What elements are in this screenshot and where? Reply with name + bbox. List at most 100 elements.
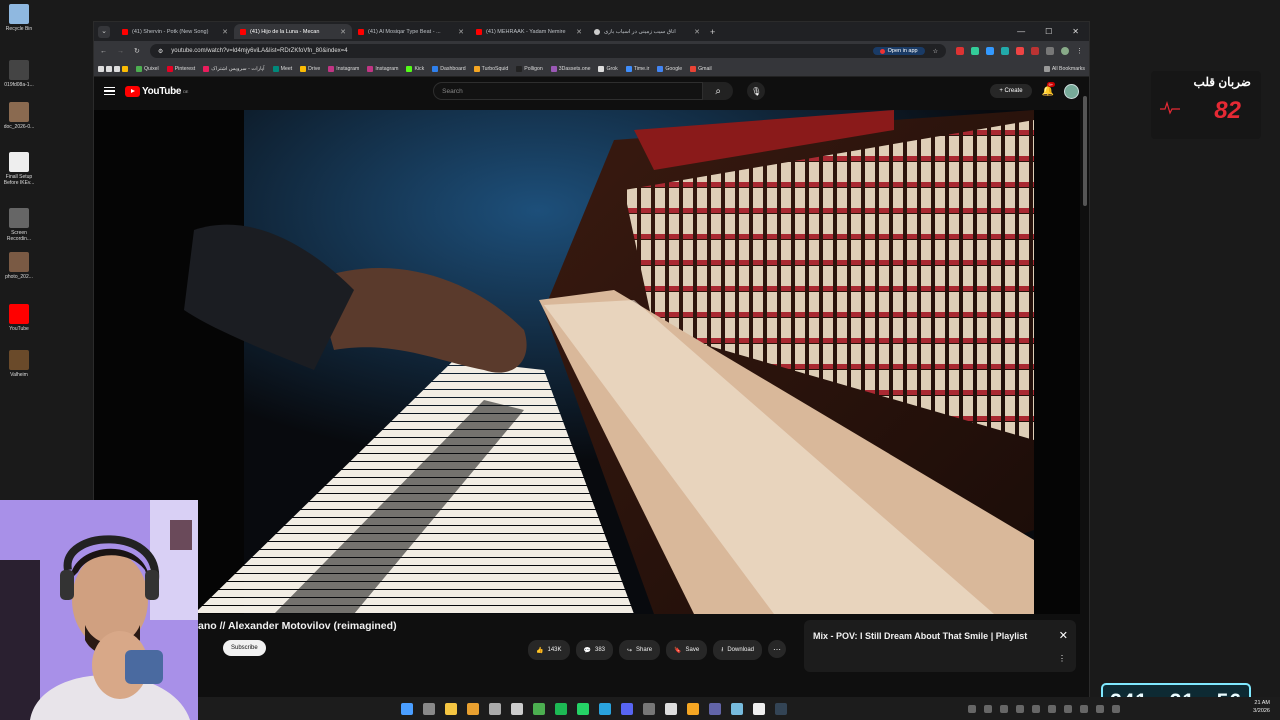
- scrollbar-thumb[interactable]: [1083, 96, 1087, 206]
- apps-icon[interactable]: [98, 65, 128, 72]
- extension-icon[interactable]: [986, 47, 994, 55]
- maximize-button[interactable]: ☐: [1045, 27, 1052, 36]
- reload-icon[interactable]: ↻: [134, 47, 140, 55]
- close-tab-icon[interactable]: ✕: [576, 28, 582, 36]
- tray-icon[interactable]: [1064, 704, 1072, 713]
- search-button[interactable]: ⌕: [703, 82, 734, 100]
- telegram-icon[interactable]: [599, 702, 611, 715]
- tray-icon[interactable]: [984, 704, 992, 713]
- bookmark-item[interactable]: Instagram: [328, 65, 359, 72]
- tray-icon[interactable]: [1016, 704, 1024, 713]
- chatgpt-icon[interactable]: [665, 702, 677, 715]
- tray-icon[interactable]: [968, 704, 976, 713]
- bookmark-item[interactable]: Meet: [272, 65, 292, 72]
- site-info-icon[interactable]: ⚙: [158, 48, 163, 55]
- tray-icon[interactable]: [1048, 704, 1056, 713]
- open-in-app-button[interactable]: Open in app: [872, 47, 925, 55]
- browser-tab[interactable]: اتاق سیب زمینی در آسیاب بازی ✕: [588, 24, 706, 39]
- bookmark-item[interactable]: Gmail: [690, 65, 712, 72]
- close-tab-icon[interactable]: ✕: [340, 28, 346, 36]
- tray-icon[interactable]: [1112, 704, 1120, 713]
- obs-icon[interactable]: [643, 702, 655, 715]
- extension-icon[interactable]: [1016, 47, 1024, 55]
- new-tab-button[interactable]: +: [710, 27, 715, 37]
- tray-icon[interactable]: [1000, 704, 1008, 713]
- bookmark-item[interactable]: Quixel: [136, 65, 159, 72]
- close-tab-icon[interactable]: ✕: [694, 28, 700, 36]
- like-button[interactable]: 👍 143K: [528, 640, 570, 660]
- download-button[interactable]: ⭳ Download: [713, 640, 763, 660]
- subscribe-button[interactable]: Subscribe: [223, 640, 266, 656]
- kebab-menu-icon[interactable]: ⋮: [1058, 654, 1066, 663]
- close-icon[interactable]: ✕: [1059, 629, 1068, 642]
- search-input[interactable]: Search: [433, 82, 704, 100]
- settings-icon[interactable]: [489, 702, 501, 715]
- create-button[interactable]: + Create: [990, 84, 1032, 98]
- mix-playlist-panel[interactable]: Mix - POV: I Still Dream About That Smil…: [804, 620, 1076, 672]
- desktop-icon[interactable]: Recycle Bin: [2, 4, 36, 32]
- kebab-menu-icon[interactable]: ⋮: [1076, 47, 1083, 55]
- bookmark-item[interactable]: TurboSquid: [473, 65, 508, 72]
- mail-icon[interactable]: [467, 702, 479, 715]
- bookmark-item[interactable]: آپارات - سرویس اشتراک: [203, 65, 265, 72]
- bookmark-item[interactable]: Google: [657, 65, 682, 72]
- tab-search-button[interactable]: ⌄: [98, 25, 110, 38]
- file-explorer-icon[interactable]: [445, 702, 457, 715]
- tray-icon[interactable]: [1032, 704, 1040, 713]
- chrome-icon[interactable]: [533, 702, 545, 715]
- extension-icon[interactable]: [971, 47, 979, 55]
- search-icon[interactable]: [423, 702, 435, 715]
- hamburger-menu-icon[interactable]: [104, 86, 115, 96]
- system-clock[interactable]: 21 AM 3/2026: [1253, 699, 1270, 715]
- extension-icon[interactable]: [956, 47, 964, 55]
- browser-tab[interactable]: (41) Shervin - Potk (New Song) ✕: [116, 24, 234, 39]
- close-tab-icon[interactable]: ✕: [458, 28, 464, 36]
- bookmark-star-icon[interactable]: ☆: [933, 48, 938, 55]
- close-window-button[interactable]: ✕: [1072, 27, 1079, 36]
- extension-icon[interactable]: [1001, 47, 1009, 55]
- desktop-icon[interactable]: 019fd08a-1...: [2, 60, 36, 88]
- rockstar-icon[interactable]: [687, 702, 699, 715]
- voice-search-button[interactable]: 🎙: [747, 82, 766, 100]
- bookmark-item[interactable]: Instagram: [367, 65, 398, 72]
- close-tab-icon[interactable]: ✕: [222, 28, 228, 36]
- back-icon[interactable]: ←: [100, 48, 107, 55]
- bookmark-item[interactable]: Dashboard: [432, 65, 466, 72]
- desktop-icon[interactable]: Valheim: [2, 350, 36, 378]
- bookmark-item[interactable]: Polligon: [516, 65, 543, 72]
- forward-icon[interactable]: →: [117, 48, 124, 55]
- browser-tab[interactable]: (41) Al Mosiqar Type Beat - ... ✕: [352, 24, 470, 39]
- files-icon[interactable]: [511, 702, 523, 715]
- save-button[interactable]: 🔖 Save: [666, 640, 708, 660]
- desktop-icon[interactable]: photo_202...: [2, 252, 36, 280]
- bookmark-item[interactable]: Kick: [406, 65, 424, 72]
- steam-icon[interactable]: [775, 702, 787, 715]
- tray-icon[interactable]: [1096, 704, 1104, 713]
- browser-tab[interactable]: (41) MEHRAAK - Yadam Nemire ✕: [470, 24, 588, 39]
- desktop-icon[interactable]: Finall Setup Before IKEv...: [2, 152, 36, 186]
- bookmark-item[interactable]: Pinterest: [166, 65, 195, 72]
- desktop-icon[interactable]: Screen Recordin...: [2, 208, 36, 242]
- vpn-icon[interactable]: [731, 702, 743, 715]
- puzzle-icon[interactable]: [1046, 47, 1054, 55]
- teams-icon[interactable]: [709, 702, 721, 715]
- extension-icon[interactable]: [1031, 47, 1039, 55]
- tray-icon[interactable]: [1080, 704, 1088, 713]
- bookmark-item[interactable]: 3Dassets.one: [550, 65, 590, 72]
- discord-icon[interactable]: [621, 702, 633, 715]
- video-player[interactable]: [94, 110, 1080, 614]
- bookmark-item[interactable]: Time.ir: [625, 65, 649, 72]
- whatsapp-icon[interactable]: [577, 702, 589, 715]
- bookmark-item[interactable]: Drive: [300, 65, 320, 72]
- more-actions-button[interactable]: ⋯: [768, 640, 787, 658]
- url-bar[interactable]: ⚙ youtube.com/watch?v=ld4mjy6viLA&list=R…: [149, 44, 946, 58]
- bookmark-item[interactable]: Grok: [598, 65, 618, 72]
- share-button[interactable]: ↪ Share: [619, 640, 661, 660]
- profile-avatar-icon[interactable]: [1061, 47, 1069, 55]
- spotify-icon[interactable]: [555, 702, 567, 715]
- youtube-logo[interactable]: YouTube DE: [125, 85, 188, 97]
- desktop-icon[interactable]: YouTube: [2, 304, 36, 332]
- notifications-button[interactable]: 🔔 9+: [1042, 81, 1056, 97]
- comments-button[interactable]: 💬 383: [575, 640, 613, 660]
- desktop-icon[interactable]: doc_2026-0...: [2, 102, 36, 130]
